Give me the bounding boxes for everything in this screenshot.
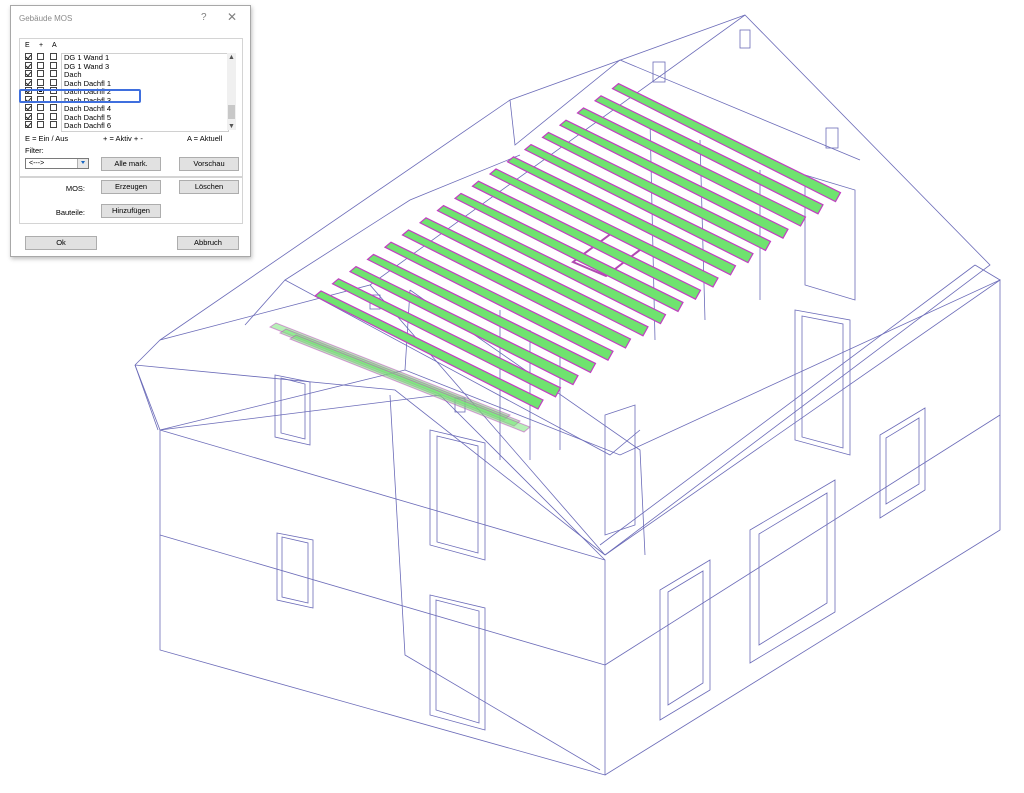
legend-a: A = Aktuell <box>187 134 223 143</box>
list-item[interactable]: DG 1 Wand 3 <box>64 63 224 72</box>
checkbox-current[interactable] <box>50 70 57 77</box>
list-item[interactable]: Dach Dachfl 4 <box>64 105 224 114</box>
floor-slab-left <box>134 364 606 556</box>
loeschen-button[interactable]: Löschen <box>179 180 239 194</box>
close-icon[interactable]: ✕ <box>227 10 237 24</box>
checkbox-e[interactable] <box>25 78 32 86</box>
checkbox-active[interactable] <box>37 78 44 86</box>
checkbox-active[interactable] <box>37 112 44 120</box>
legend-plus: + = Aktiv + - <box>103 134 143 143</box>
layer-check-row <box>25 112 61 122</box>
checkbox-active[interactable] <box>37 70 44 77</box>
checkbox-e[interactable] <box>25 70 32 77</box>
alle-mark-button[interactable]: Alle mark. <box>101 157 161 171</box>
checkbox-current[interactable] <box>50 61 57 69</box>
layer-check-row <box>25 78 61 88</box>
checkbox-active[interactable] <box>37 104 44 111</box>
chimney-3 <box>739 29 751 49</box>
list-scrollbar[interactable]: ▲ ▼ <box>227 53 236 130</box>
window-lc <box>429 594 486 731</box>
checkbox-e[interactable] <box>25 53 32 60</box>
checkbox-current[interactable] <box>50 104 57 111</box>
floor-line-right <box>604 414 1001 666</box>
title-bar[interactable]: Gebäude MOS ? ✕ <box>11 6 250 30</box>
legend-e: E = Ein / Aus <box>25 134 69 143</box>
mos-label: MOS: <box>65 184 85 193</box>
wall-outline-right <box>604 279 1001 776</box>
checkbox-current[interactable] <box>50 78 57 86</box>
list-item[interactable]: Dach <box>64 71 224 80</box>
checkbox-current[interactable] <box>50 112 57 120</box>
checkbox-e[interactable] <box>25 104 32 111</box>
layer-check-row <box>25 70 61 79</box>
partition-wall <box>389 394 601 771</box>
chevron-down-icon[interactable] <box>77 159 88 168</box>
header-plus: + <box>39 42 44 49</box>
window-r3 <box>879 407 926 519</box>
ok-button[interactable]: Ok <box>25 236 97 250</box>
erzeugen-button[interactable]: Erzeugen <box>101 180 161 194</box>
gebaeude-mos-dialog: Gebäude MOS ? ✕ E + A DG 1 Wand 1 DG 1 Wa… <box>10 5 251 257</box>
filter-dropdown[interactable]: <---> <box>25 158 89 169</box>
list-item[interactable]: Dach Dachfl 1 <box>64 80 224 89</box>
hinzufuegen-button[interactable]: Hinzufügen <box>101 204 161 218</box>
upper-wall-left <box>159 394 606 561</box>
checkbox-e[interactable] <box>25 61 32 69</box>
header-a: A <box>52 42 57 49</box>
chimney-2 <box>825 127 839 149</box>
checkbox-active[interactable] <box>37 61 44 69</box>
scroll-thumb[interactable] <box>228 105 235 119</box>
window-ll <box>276 532 314 609</box>
checkbox-current[interactable] <box>50 121 57 128</box>
help-icon[interactable]: ? <box>201 12 207 23</box>
checkbox-active[interactable] <box>37 53 44 60</box>
window-r5 <box>604 404 636 536</box>
scroll-down-icon[interactable]: ▼ <box>228 123 235 130</box>
window-r1 <box>659 559 711 721</box>
checkbox-active[interactable] <box>37 121 44 128</box>
list-item[interactable]: DG 1 Wand 1 <box>64 54 224 63</box>
abbruch-button[interactable]: Abbruch <box>177 236 239 250</box>
layer-check-row <box>25 104 61 113</box>
window-uc <box>429 429 486 561</box>
vorschau-button[interactable]: Vorschau <box>179 157 239 171</box>
floor-line-left <box>159 534 606 666</box>
list-item[interactable]: Dach Dachfl 5 <box>64 114 224 123</box>
window-r4 <box>794 309 851 456</box>
checkbox-current[interactable] <box>50 53 57 60</box>
dialog-title: Gebäude MOS <box>19 14 73 23</box>
filter-value: <---> <box>29 160 45 167</box>
filter-label: Filter: <box>25 146 44 155</box>
scroll-up-icon[interactable]: ▲ <box>228 54 235 61</box>
window-r2 <box>749 479 836 664</box>
window-ul <box>274 374 311 446</box>
layer-check-row <box>25 61 61 71</box>
wall-outline-left <box>134 364 606 776</box>
checkbox-e[interactable] <box>25 112 32 120</box>
selection-highlight <box>19 89 141 103</box>
bauteile-label: Bauteile: <box>55 208 85 217</box>
layer-check-row <box>25 53 61 62</box>
layer-check-row <box>25 121 61 130</box>
header-e: E <box>25 42 30 49</box>
chimney-1 <box>652 61 666 83</box>
roof-line-mid <box>599 264 976 546</box>
list-item[interactable]: Dach Dachfl 6 <box>64 122 224 131</box>
checkbox-e[interactable] <box>25 121 32 128</box>
